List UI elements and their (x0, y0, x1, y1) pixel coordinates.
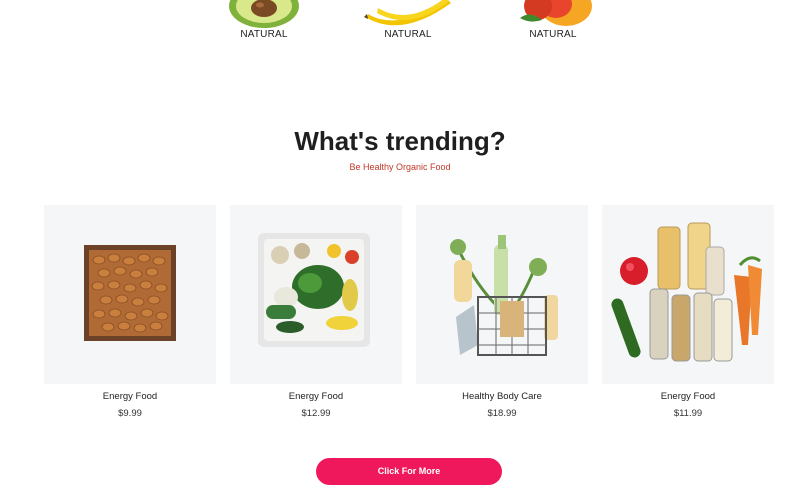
product-price: $9.99 (118, 408, 142, 419)
product-price: $18.99 (487, 408, 517, 419)
category-label: NATURAL (384, 29, 432, 40)
product-card[interactable]: Energy Food $11.99 (602, 205, 774, 419)
mango-icon (498, 0, 608, 28)
product-name[interactable]: Healthy Body Care (416, 391, 588, 402)
product-card[interactable]: Energy Food $12.99 (230, 205, 402, 419)
avocado-icon (209, 0, 319, 28)
product-card[interactable]: Healthy Body Care $18.99 (416, 205, 588, 419)
section-subtitle: Be Healthy Organic Food (349, 162, 451, 172)
banana-icon (353, 0, 463, 28)
product-name[interactable]: Energy Food (44, 391, 216, 402)
product-name[interactable]: Energy Food (602, 391, 774, 402)
product-name[interactable]: Energy Food (230, 391, 402, 402)
category-avocado[interactable]: NATURAL (209, 0, 319, 40)
product-price: $11.99 (673, 408, 703, 419)
product-card[interactable]: Energy Food $9.99 (44, 205, 216, 419)
body-care-basket-image[interactable] (416, 205, 588, 384)
click-for-more-button[interactable]: Click For More (316, 458, 502, 485)
almonds-tray-image[interactable] (44, 205, 216, 384)
category-strip: NATURAL NATURAL NATURAL (0, 0, 800, 50)
category-label: NATURAL (240, 29, 288, 40)
section-title: What's trending? (294, 126, 506, 156)
product-price: $12.99 (301, 408, 331, 419)
jars-and-vegetables-image[interactable] (602, 205, 774, 384)
vegetable-box-image[interactable] (230, 205, 402, 384)
category-mango[interactable]: NATURAL (498, 0, 608, 40)
category-banana[interactable]: NATURAL (353, 0, 463, 40)
category-label: NATURAL (529, 29, 577, 40)
